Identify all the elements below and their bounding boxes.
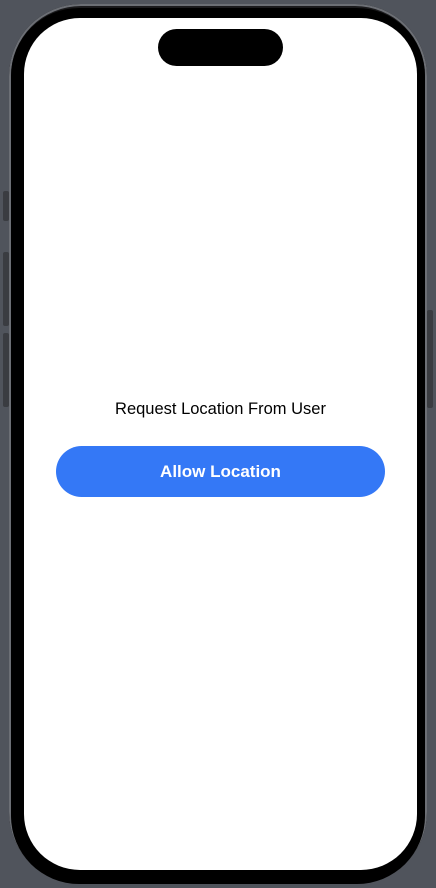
- allow-location-button[interactable]: Allow Location: [56, 446, 385, 497]
- location-request-label: Request Location From User: [115, 400, 326, 418]
- power-button[interactable]: [427, 310, 433, 408]
- app-screen: Request Location From User Allow Locatio…: [24, 18, 417, 870]
- home-indicator[interactable]: [154, 856, 288, 861]
- dynamic-island: [158, 29, 283, 66]
